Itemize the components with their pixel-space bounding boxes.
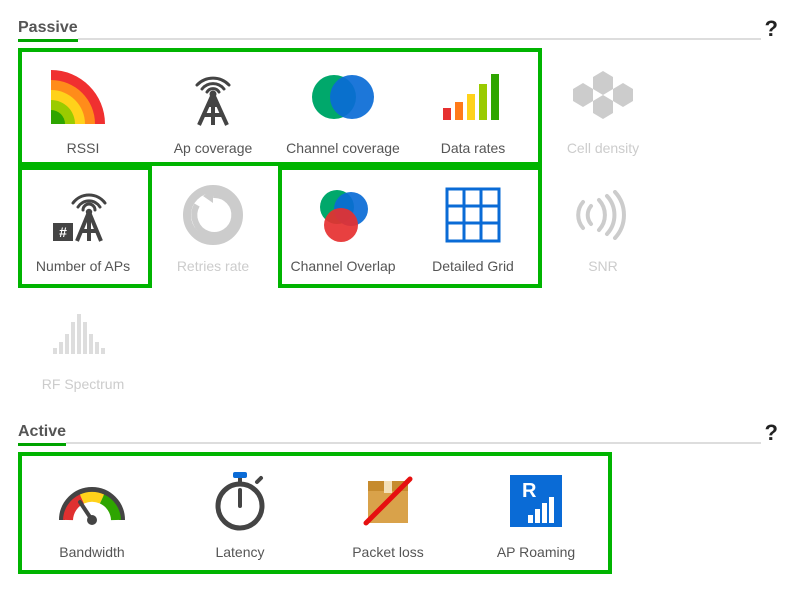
tile-label: Number of APs — [36, 259, 130, 274]
section-rule — [66, 442, 761, 444]
tile-label: SNR — [588, 259, 618, 274]
svg-text:#: # — [59, 224, 67, 240]
tile-snr: SNR — [538, 166, 668, 284]
venn-3-icon — [282, 172, 404, 259]
gauge-icon — [22, 458, 162, 545]
tile-channel-overlap[interactable]: Channel Overlap — [278, 166, 408, 284]
tile-rssi[interactable]: RSSI — [18, 48, 148, 166]
venn-2-icon — [282, 54, 404, 141]
hex-cluster-icon — [542, 54, 664, 141]
tile-label: Latency — [215, 545, 264, 560]
spectrum-icon — [22, 290, 144, 377]
active-tiles: Bandwidth Latency — [18, 452, 782, 570]
tile-bandwidth[interactable]: Bandwidth — [18, 452, 166, 570]
roaming-icon: R — [466, 458, 606, 545]
retry-icon — [152, 172, 274, 259]
tile-label: AP Roaming — [497, 545, 575, 560]
help-icon[interactable]: ? — [761, 420, 782, 446]
packet-loss-icon — [318, 458, 458, 545]
tile-ap-coverage[interactable]: Ap coverage — [148, 48, 278, 166]
tile-label: Bandwidth — [59, 545, 124, 560]
signal-bars-icon — [412, 54, 534, 141]
passive-tiles-wrap: RSSI — [18, 48, 782, 402]
active-tiles-wrap: Bandwidth Latency — [18, 452, 782, 570]
tile-cell-density: Cell density — [538, 48, 668, 166]
tile-latency[interactable]: Latency — [166, 452, 314, 570]
tile-number-of-aps[interactable]: # Number of APs — [18, 166, 148, 284]
tile-packet-loss[interactable]: Packet loss — [314, 452, 462, 570]
active-header: Active ? — [18, 420, 782, 446]
tile-label: Data rates — [441, 141, 506, 156]
tile-label: Packet loss — [352, 545, 424, 560]
passive-header: Passive ? — [18, 16, 782, 42]
rssi-icon — [22, 54, 144, 141]
stopwatch-icon — [170, 458, 310, 545]
tile-label: RSSI — [67, 141, 100, 156]
tile-label: Channel Overlap — [290, 259, 395, 274]
tile-rf-spectrum: RF Spectrum — [18, 284, 148, 402]
antenna-count-icon: # — [22, 172, 144, 259]
tile-ap-roaming[interactable]: R AP Roaming — [462, 452, 610, 570]
section-rule — [78, 38, 761, 40]
tile-retries-rate: Retries rate — [148, 166, 278, 284]
passive-title: Passive — [18, 19, 78, 42]
snr-icon — [542, 172, 664, 259]
tile-label: Cell density — [567, 141, 639, 156]
passive-tiles: RSSI — [18, 48, 782, 402]
tile-data-rates[interactable]: Data rates — [408, 48, 538, 166]
active-title: Active — [18, 423, 66, 446]
tile-label: Channel coverage — [286, 141, 400, 156]
help-icon[interactable]: ? — [761, 16, 782, 42]
tile-channel-coverage[interactable]: Channel coverage — [278, 48, 408, 166]
tile-label: Ap coverage — [174, 141, 253, 156]
tile-detailed-grid[interactable]: Detailed Grid — [408, 166, 538, 284]
antenna-signal-icon — [152, 54, 274, 141]
grid-icon — [412, 172, 534, 259]
tile-label: RF Spectrum — [42, 377, 124, 392]
tile-label: Detailed Grid — [432, 259, 514, 274]
svg-text:R: R — [522, 480, 537, 502]
tile-label: Retries rate — [177, 259, 249, 274]
